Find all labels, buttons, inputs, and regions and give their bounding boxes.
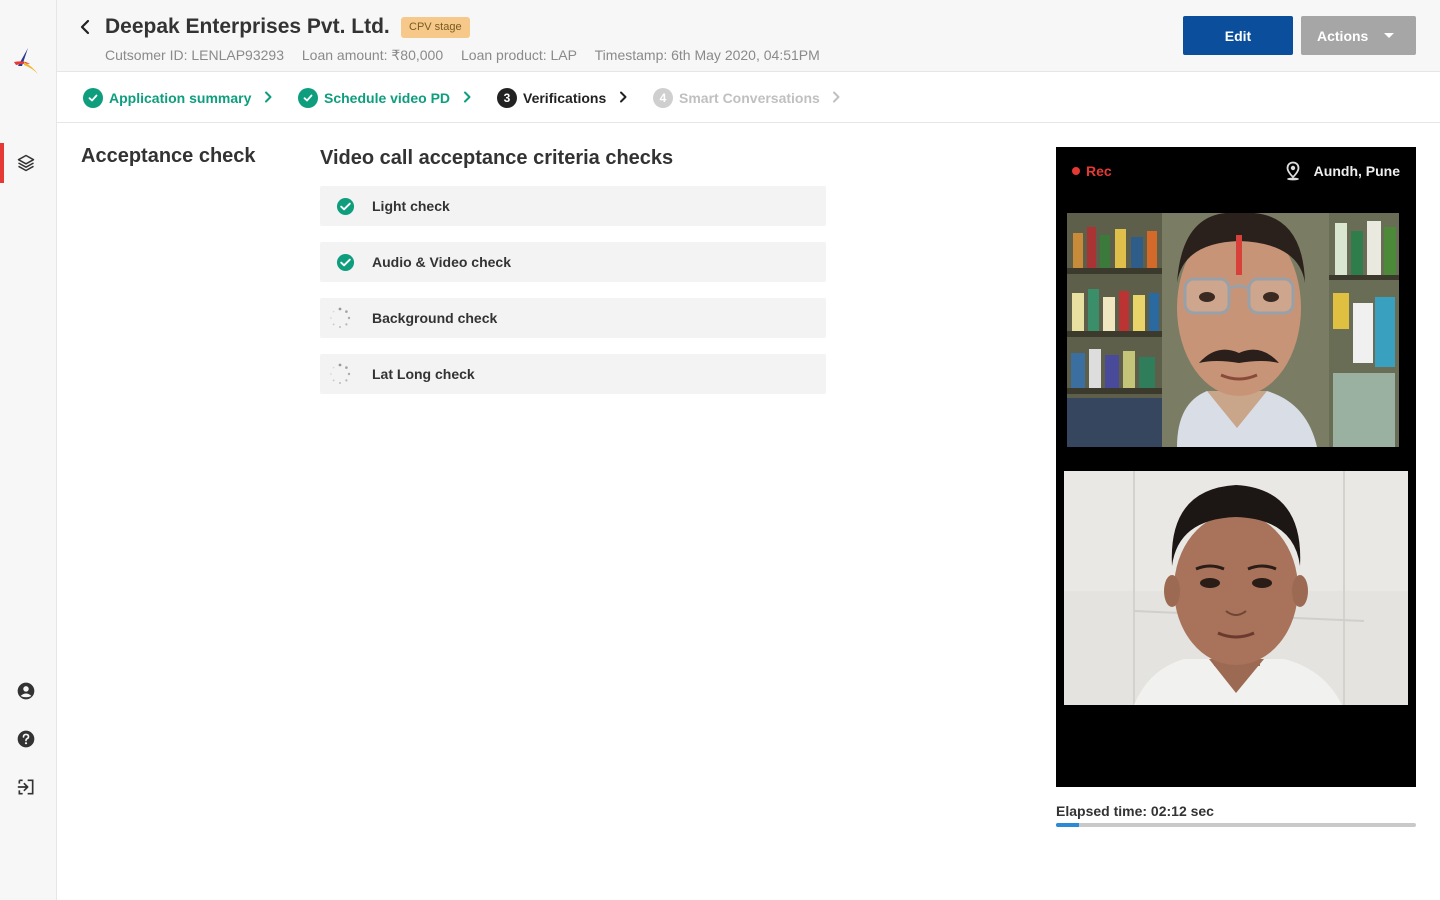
- caret-down-icon: [1384, 33, 1394, 38]
- recording-indicator: Rec: [1072, 163, 1112, 179]
- check-circle-icon: [336, 253, 355, 272]
- call-progress-fill: [1056, 823, 1080, 827]
- chevron-right-icon: [265, 91, 272, 103]
- loading-spinner-icon: [330, 307, 351, 328]
- step-smart-conversations[interactable]: 4 Smart Conversations: [653, 87, 820, 109]
- step-label: Schedule video PD: [324, 90, 451, 106]
- checks-title: Video call acceptance criteria checks: [320, 147, 674, 169]
- check-label: Light check: [372, 198, 450, 214]
- step-label: Application summary: [109, 90, 252, 106]
- chevron-right-icon: [620, 91, 627, 103]
- check-circle-icon: [83, 88, 103, 108]
- sidebar: [0, 0, 57, 900]
- customer-id: Cutsomer ID: LENLAP93293: [105, 47, 284, 63]
- page-header: Deepak Enterprises Pvt. Ltd. CPV stage C…: [57, 0, 1440, 72]
- progress-stepper: Application summary Schedule video PD 3 …: [57, 73, 1440, 123]
- edit-button[interactable]: Edit: [1183, 16, 1293, 55]
- location-pin-icon: [1286, 161, 1300, 181]
- step-number-badge: 3: [497, 88, 517, 108]
- step-verifications[interactable]: 3 Verifications: [497, 87, 606, 109]
- call-progress-bar: [1056, 823, 1416, 827]
- step-label: Verifications: [523, 90, 607, 106]
- sidebar-item-applications[interactable]: [0, 143, 57, 183]
- location-label: Aundh, Pune: [1313, 163, 1400, 179]
- check-label: Audio & Video check: [372, 254, 511, 270]
- video-call-panel: Rec Aundh, Pune: [1056, 147, 1416, 787]
- step-label: Smart Conversations: [679, 90, 820, 106]
- layers-icon: [17, 154, 35, 172]
- loan-amount: Loan amount: ₹80,000: [301, 47, 444, 63]
- active-indicator: [0, 143, 4, 183]
- chevron-right-icon: [464, 91, 471, 103]
- check-item-lat-long: Lat Long check: [320, 354, 826, 394]
- agent-video-feed: [1064, 471, 1408, 705]
- check-item-audio-video: Audio & Video check: [320, 242, 826, 282]
- elapsed-time: Elapsed time: 02:12 sec: [1056, 803, 1214, 819]
- help-icon[interactable]: [16, 729, 36, 749]
- check-label: Background check: [372, 310, 498, 326]
- section-title: Acceptance check: [81, 145, 256, 167]
- logout-icon[interactable]: [16, 777, 36, 797]
- loading-spinner-icon: [330, 363, 351, 384]
- record-dot-icon: [1072, 167, 1080, 175]
- brand-logo: [14, 48, 38, 74]
- step-number-badge: 4: [653, 88, 673, 108]
- loan-product: Loan product: LAP: [461, 47, 577, 63]
- rec-label: Rec: [1086, 163, 1112, 179]
- location-indicator: Aundh, Pune: [1284, 161, 1400, 181]
- loan-meta: Cutsomer ID: LENLAP93293 Loan amount: ₹8…: [105, 47, 834, 64]
- check-circle-icon: [336, 197, 355, 216]
- customer-video-feed: [1067, 213, 1399, 447]
- page-title: Deepak Enterprises Pvt. Ltd.: [105, 15, 390, 38]
- check-label: Lat Long check: [372, 366, 475, 382]
- account-circle-icon[interactable]: [16, 681, 36, 701]
- back-arrow-icon[interactable]: [77, 18, 95, 36]
- check-circle-icon: [298, 88, 318, 108]
- timestamp: Timestamp: 6th May 2020, 04:51PM: [594, 47, 820, 63]
- step-application-summary[interactable]: Application summary: [83, 87, 251, 109]
- actions-dropdown-button[interactable]: Actions: [1301, 16, 1416, 55]
- step-schedule-video-pd[interactable]: Schedule video PD: [298, 87, 450, 109]
- status-badge: CPV stage: [401, 17, 470, 38]
- check-item-background: Background check: [320, 298, 826, 338]
- actions-label: Actions: [1317, 27, 1369, 44]
- chevron-right-icon: [833, 91, 840, 103]
- check-item-light: Light check: [320, 186, 826, 226]
